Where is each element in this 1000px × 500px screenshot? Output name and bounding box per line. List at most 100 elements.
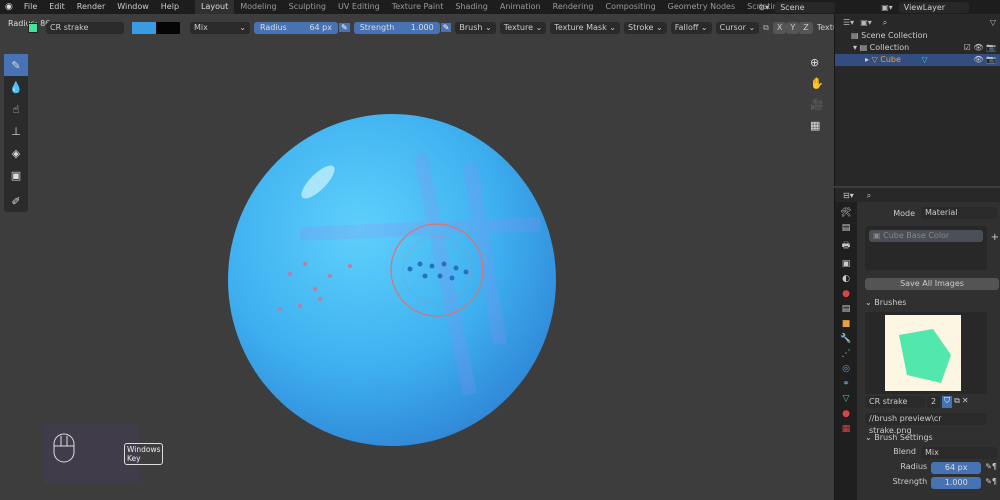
strength-slider[interactable]: Strength 1.000 (353, 21, 440, 34)
smear-tool-icon[interactable]: ☝ (4, 98, 28, 120)
world-tab-icon[interactable]: ● (842, 289, 850, 299)
blend-dropdown[interactable]: Mix ⌄ (190, 21, 250, 34)
pressure-icon[interactable]: ✎¶ (985, 462, 997, 474)
tab-shading[interactable]: Shading (449, 0, 494, 14)
material-tab-icon[interactable]: ● (842, 409, 850, 419)
collection-row[interactable]: ▾ ▤ Collection ☑ 👁 📷 (835, 42, 1000, 54)
falloff-menu[interactable]: Falloff ⌄ (670, 21, 712, 34)
camera-icon[interactable]: 🎥 (810, 98, 824, 111)
tab-rendering[interactable]: Rendering (547, 0, 600, 14)
texture-mask-menu[interactable]: Texture Mask ⌄ (550, 21, 620, 34)
radius-slider[interactable]: Radius 64 px (254, 21, 338, 34)
scene-collection-row[interactable]: ▤ Scene Collection (835, 30, 1000, 42)
tab-texture-paint[interactable]: Texture Paint (386, 0, 450, 14)
filter-icon[interactable]: ▽ (990, 18, 1000, 27)
pressure-icon[interactable]: ✎¶ (985, 477, 997, 489)
data-tab-icon[interactable]: ▽ (843, 394, 850, 404)
tool-tab-icon[interactable]: 🛠 (840, 208, 851, 218)
physics-tab-icon[interactable]: ◎ (842, 364, 850, 374)
pan-hand-icon[interactable]: ✋ (810, 77, 824, 90)
3d-viewport[interactable]: Radius: 86 ✎ 💧 ☝ ⊥ ◈ ▣ ✐ ⊕ ✋ 🎥 (0, 14, 833, 500)
tab-uv-editing[interactable]: UV Editing (332, 0, 386, 14)
outliner-search[interactable]: ⌕ (877, 16, 948, 28)
texture-menu[interactable]: Texture ⌄ (499, 21, 547, 34)
menu-file[interactable]: File (18, 0, 43, 14)
zoom-icon[interactable]: ⊕ (810, 56, 824, 69)
tab-compositing[interactable]: Compositing (600, 0, 662, 14)
display-mode-icon[interactable]: ☰▾ (843, 18, 854, 27)
brush-datablock-row: CR strake 2 ⛉ ⧉ ✕ (865, 396, 987, 408)
mode-dropdown[interactable]: Material (921, 207, 997, 219)
brush-menu[interactable]: Brush ⌄ (455, 21, 496, 34)
duplicate-icon[interactable]: ⧉ (954, 396, 960, 408)
view-layer-icon[interactable]: ▣▾ (881, 3, 893, 12)
texture-menu-label: Texture (503, 22, 534, 32)
tab-layout[interactable]: Layout (195, 0, 235, 14)
brush-name-field[interactable]: CR strake (46, 21, 124, 34)
constraints-tab-icon[interactable]: ⚭ (842, 379, 850, 389)
scene-icon[interactable]: ⚙▾ (758, 3, 769, 12)
tab-animation[interactable]: Animation (494, 0, 547, 14)
secondary-color[interactable] (156, 21, 180, 34)
texture-tab-icon[interactable]: ▦ (842, 424, 851, 434)
soften-tool-icon[interactable]: 💧 (4, 76, 28, 98)
save-all-images-button[interactable]: Save All Images (865, 278, 999, 290)
mirror-x-toggle[interactable]: X (772, 21, 787, 34)
radius-slider[interactable]: 64 px (931, 462, 982, 474)
brushes-panel-header[interactable]: ⌄ Brushes (859, 296, 1000, 310)
annotate-tool-icon[interactable]: ✐ (4, 190, 28, 212)
menu-help[interactable]: Help (155, 0, 185, 14)
strength-pressure-icon[interactable]: ✎ (440, 23, 452, 32)
brushes-header-label: Brushes (874, 298, 907, 307)
top-bar: ◉ File Edit Render Window Help Layout Mo… (0, 0, 1000, 14)
mask-tool-icon[interactable]: ▣ (4, 164, 28, 186)
scene-field[interactable]: Scene (775, 1, 836, 13)
object-tab-icon[interactable]: ■ (842, 319, 851, 329)
cube-row[interactable]: ▸ ▽ Cube ▽ 👁 📷 (835, 54, 1000, 66)
scene-tab-icon[interactable]: ◐ (842, 274, 850, 284)
strength-slider[interactable]: 1.000 (931, 477, 982, 489)
grid-perspective-icon[interactable]: ▦ (810, 119, 824, 132)
menu-edit[interactable]: Edit (43, 0, 71, 14)
brush-settings-header[interactable]: ⌄ Brush Settings (859, 431, 1000, 445)
brush-users-count[interactable]: 2 (927, 396, 941, 408)
properties-search[interactable]: ⌕ (861, 189, 932, 201)
add-slot-button[interactable]: + (991, 232, 999, 243)
mirror-z-toggle[interactable]: Z (799, 21, 813, 34)
menu-render[interactable]: Render (71, 0, 111, 14)
fill-tool-icon[interactable]: ◈ (4, 142, 28, 164)
editor-type-icon[interactable]: ⊟▾ (843, 191, 854, 200)
brush-name-field[interactable]: CR strake (865, 396, 925, 408)
visibility-icons[interactable]: ☑ 👁 📷 (964, 42, 996, 54)
windows-key-label: Windows Key (124, 443, 164, 465)
output-tab-icon[interactable]: 🖶 (842, 238, 851, 254)
tab-sculpting[interactable]: Sculpting (283, 0, 332, 14)
menu-window[interactable]: Window (111, 0, 155, 14)
particles-tab-icon[interactable]: ⋰ (842, 349, 851, 359)
primary-color[interactable] (132, 21, 156, 34)
cursor-menu[interactable]: Cursor ⌄ (715, 21, 760, 34)
clone-tool-icon[interactable]: ⊥ (4, 120, 28, 142)
collection-tab-icon[interactable]: ▤ (842, 304, 851, 314)
tab-modeling[interactable]: Modeling (234, 0, 282, 14)
tab-geometry-nodes[interactable]: Geometry Nodes (662, 0, 741, 14)
filter-view-icon[interactable]: ▣▾ (860, 18, 872, 27)
render-tab-icon[interactable]: ▤ (842, 223, 851, 233)
brush-preview-box[interactable] (865, 312, 987, 394)
brush-swatch[interactable] (28, 22, 38, 33)
blender-logo-icon[interactable]: ◉ (0, 2, 18, 12)
blend-dropdown[interactable]: Mix (921, 447, 997, 459)
view-layer-tab-icon[interactable]: ▣ (842, 259, 851, 269)
texture-slot-item[interactable]: ▣ Cube Base Color (869, 230, 983, 242)
modifier-tab-icon[interactable]: 🔧 (840, 334, 851, 344)
cube-visibility-icons[interactable]: 👁 📷 (973, 54, 996, 66)
stroke-menu[interactable]: Stroke ⌄ (623, 21, 667, 34)
fake-user-icon[interactable]: ⛉ (942, 396, 953, 408)
brush-path-field[interactable]: //brush preview\cr strake.png (865, 413, 987, 435)
draw-tool-icon[interactable]: ✎ (4, 54, 28, 76)
mode-value: Material (925, 208, 958, 217)
unlink-icon[interactable]: ✕ (962, 396, 969, 408)
view-layer-field[interactable]: ViewLayer (898, 1, 969, 13)
radius-pressure-icon[interactable]: ✎ (339, 23, 350, 32)
mirror-y-toggle[interactable]: Y (786, 21, 800, 34)
